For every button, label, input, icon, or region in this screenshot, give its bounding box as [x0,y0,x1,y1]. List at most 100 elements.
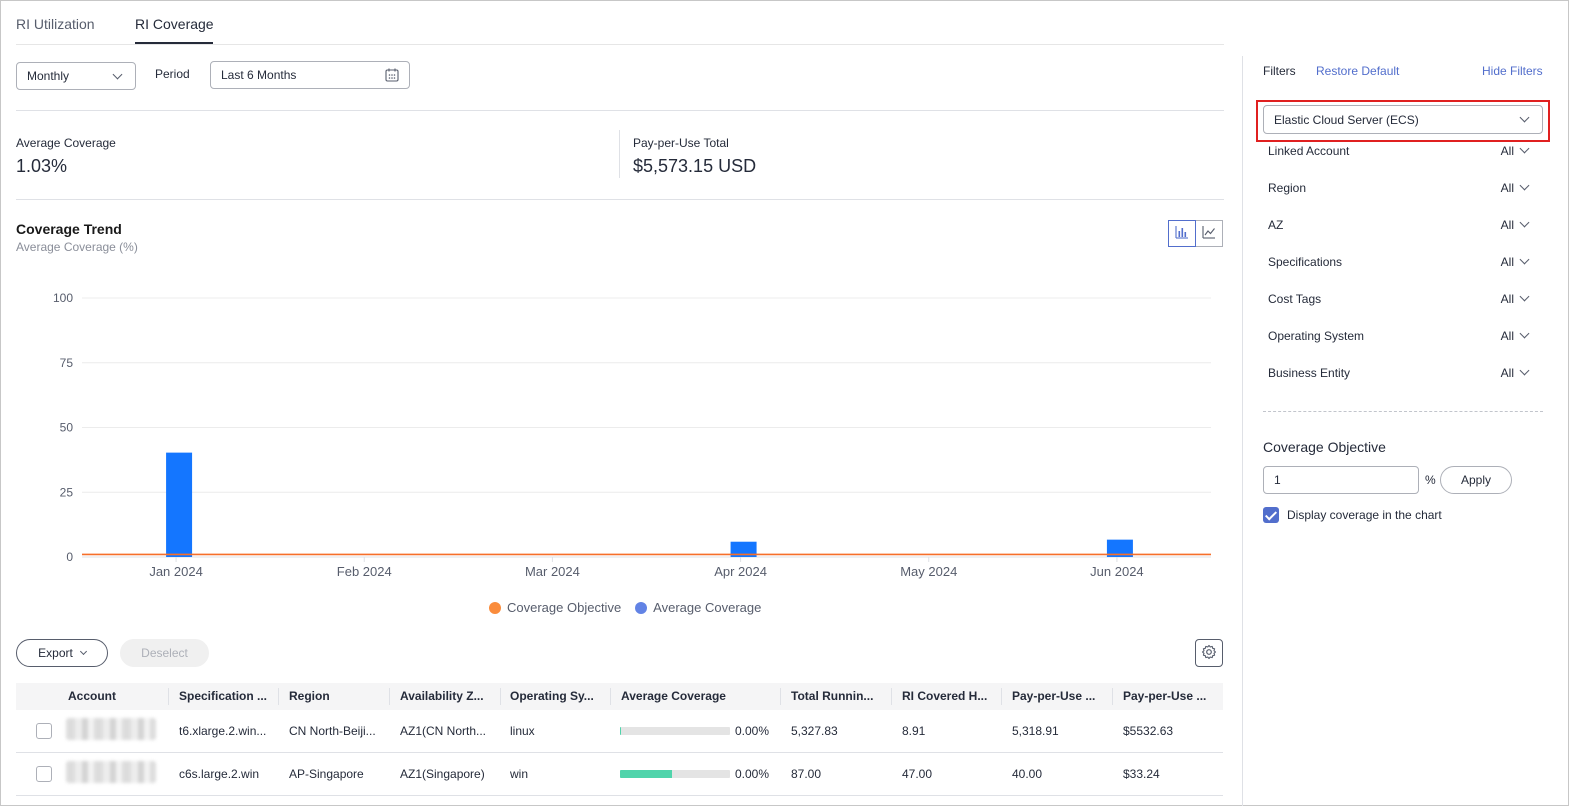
kpi-divider [619,130,620,178]
column-header-availability-zone[interactable]: Availability Z... [400,689,495,703]
chevron-down-icon [1519,112,1530,123]
cell-pay-per-use-cost: $33.24 [1123,767,1160,781]
column-header-ri-covered-hours[interactable]: RI Covered H... [902,689,997,703]
chart-legend: Coverage Objective Average Coverage [489,600,761,615]
export-label: Export [38,646,73,660]
filter-specifications[interactable]: Specifications All [1268,254,1530,273]
table-row[interactable]: c6s.large.2.win AP-Singapore AZ1(Singapo… [16,753,1223,796]
export-button[interactable]: Export [16,639,108,667]
x-tick-label: Jun 2024 [1090,564,1144,579]
column-separator [278,688,279,705]
column-header-region[interactable]: Region [289,689,384,703]
coverage-objective-value: 1 [1274,473,1281,487]
restore-default-link[interactable]: Restore Default [1316,64,1399,78]
chart-title: Coverage Trend [16,221,122,237]
chevron-down-icon [1519,143,1530,154]
cell-region: AP-Singapore [289,767,364,781]
chevron-down-icon [1519,254,1530,265]
cell-pay-per-use-hours: 5,318.91 [1012,724,1059,738]
cell-pay-per-use-cost: $5532.63 [1123,724,1174,738]
display-coverage-checkbox[interactable] [1263,507,1279,523]
granularity-select[interactable]: Monthly [16,62,136,90]
column-header-operating-system[interactable]: Operating Sy... [510,689,605,703]
row-checkbox[interactable] [36,723,52,739]
chevron-down-icon [1519,291,1530,302]
cell-ri-covered-hours: 8.91 [902,724,926,738]
filter-business-entity[interactable]: Business Entity All [1268,365,1530,384]
ppu-total-value: $5,573.15 USD [633,156,757,176]
coverage-bar-fill [620,770,672,778]
x-tick-label: Apr 2024 [714,564,767,579]
cell-region: CN North-Beiji... [289,724,376,738]
filter-region[interactable]: Region All [1268,180,1530,199]
column-separator [780,688,781,705]
filter-cost-tags[interactable]: Cost Tags All [1268,291,1530,310]
chevron-down-icon [112,69,123,80]
cell-specification: t6.xlarge.2.win... [179,724,267,738]
coverage-trend-chart: 0 25 50 75 100 Jan 2024 Feb 2024 Mar 2024 Apr 2… [53,291,1211,579]
cell-pay-per-use-hours: 40.00 [1012,767,1043,781]
filter-az[interactable]: AZ All [1268,217,1530,236]
y-tick-label: 25 [60,485,74,499]
gear-icon [1201,644,1217,663]
legend-swatch-average-coverage [635,601,648,614]
column-separator [891,688,892,705]
filter-value: All [1500,366,1514,380]
active-tab-indicator [135,42,213,44]
row-checkbox[interactable] [36,766,52,782]
apply-button[interactable]: Apply [1440,466,1512,494]
line-chart-toggle[interactable] [1195,220,1223,247]
divider [16,110,1224,111]
legend-label-coverage-objective[interactable]: Coverage Objective [507,600,621,615]
column-header-account[interactable]: Account [68,689,168,703]
column-separator [500,688,501,705]
x-tick-label: Mar 2024 [525,564,580,579]
filter-operating-system[interactable]: Operating System All [1268,328,1530,347]
column-separator [610,688,611,705]
period-picker[interactable]: Last 6 Months [210,61,410,89]
filter-linked-account[interactable]: Linked Account All [1268,143,1530,162]
column-header-pay-per-use-hours[interactable]: Pay-per-Use ... [1012,689,1107,703]
x-tick-label: Feb 2024 [337,564,392,579]
avg-coverage-label: Average Coverage [16,136,116,150]
cell-average-coverage: 0.00% [735,724,770,738]
column-separator [1001,688,1002,705]
hide-filters-link[interactable]: Hide Filters [1482,64,1543,78]
column-header-total-running-hours[interactable]: Total Runnin... [791,689,886,703]
deselect-label: Deselect [141,646,188,660]
column-header-average-coverage[interactable]: Average Coverage [621,689,771,703]
coverage-objective-input[interactable]: 1 [1263,466,1419,494]
service-type-value: Elastic Cloud Server (ECS) [1274,112,1419,127]
ppu-total-label: Pay-per-Use Total [633,136,729,150]
filter-label: Region [1268,181,1307,195]
column-separator [1112,688,1113,705]
tab-bar: RI Utilization RI Coverage [16,0,1224,45]
filter-value: All [1500,181,1514,195]
filter-value: All [1500,255,1514,269]
service-type-select[interactable]: Elastic Cloud Server (ECS) [1263,105,1543,134]
cell-operating-system: linux [510,724,535,738]
y-tick-label: 75 [60,356,74,370]
legend-swatch-coverage-objective [489,601,501,614]
coverage-bar [620,770,730,778]
cell-availability-zone: AZ1(Singapore) [400,767,485,781]
filter-label: Operating System [1268,329,1365,343]
deselect-button[interactable]: Deselect [120,639,209,667]
y-tick-label: 0 [66,550,73,564]
tab-ri-utilization[interactable]: RI Utilization [16,16,95,32]
filter-value: All [1500,144,1514,158]
bar-chart-toggle[interactable] [1168,220,1196,247]
coverage-bar [620,727,730,735]
table-row[interactable]: t6.xlarge.2.win... CN North-Beiji... AZ1… [16,710,1223,753]
tab-ri-coverage[interactable]: RI Coverage [135,16,214,32]
coverage-bar-fill [620,727,622,735]
column-header-pay-per-use-cost[interactable]: Pay-per-Use ... [1123,689,1218,703]
legend-label-average-coverage[interactable]: Average Coverage [653,600,761,615]
filter-label: AZ [1268,218,1284,232]
avg-coverage-value: 1.03% [16,156,68,176]
chevron-down-icon [79,647,87,655]
chevron-down-icon [1519,180,1530,191]
filter-value: All [1500,292,1514,306]
table-settings-button[interactable] [1195,639,1223,667]
column-header-specification[interactable]: Specification ... [179,689,274,703]
